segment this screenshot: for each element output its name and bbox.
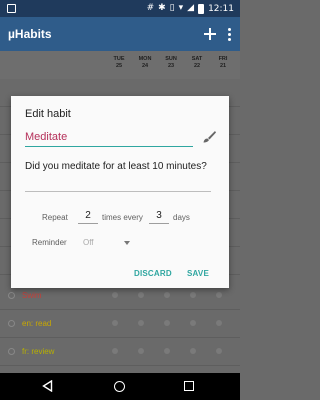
days-label: days [173,213,190,222]
reminder-label: Reminder [32,238,67,247]
battery-icon [198,3,205,14]
dialog-title: Edit habit [25,108,71,120]
discard-button[interactable]: DISCARD [134,266,172,280]
back-icon[interactable] [42,380,53,392]
chevron-down-icon [124,241,130,245]
signal-icon: # [146,3,155,13]
reminder-row: Reminder Off [11,237,229,251]
reminder-dropdown[interactable]: Off [83,237,133,249]
reminder-value: Off [83,238,94,247]
navigation-bar [0,373,240,400]
paintbrush-icon[interactable] [201,130,217,144]
repeat-row: Repeat times every days [11,208,229,226]
status-time: 12:11 [208,3,234,14]
save-button[interactable]: SAVE [187,266,209,280]
habit-description-input[interactable]: Did you meditate for at least 10 minutes… [25,160,211,192]
status-icons: # ✱ ▯ ▾ ◢ 12:11 [146,3,234,14]
cell-signal-icon: ◢ [187,3,195,13]
repeat-times-input[interactable] [78,208,98,224]
repeat-days-input[interactable] [149,208,169,224]
status-bar: # ✱ ▯ ▾ ◢ 12:11 [0,0,240,17]
bluetooth-icon: ✱ [158,3,166,13]
edit-habit-dialog: Edit habit Did you meditate for at least… [11,96,229,288]
habit-name-input[interactable] [25,130,193,147]
notification-icon [7,4,16,13]
repeat-label: Repeat [42,213,68,222]
wifi-icon: ▾ [178,3,184,13]
recents-icon[interactable] [184,381,194,391]
vibrate-icon: ▯ [169,3,175,13]
home-icon[interactable] [114,381,125,392]
times-every-label: times every [102,213,143,222]
